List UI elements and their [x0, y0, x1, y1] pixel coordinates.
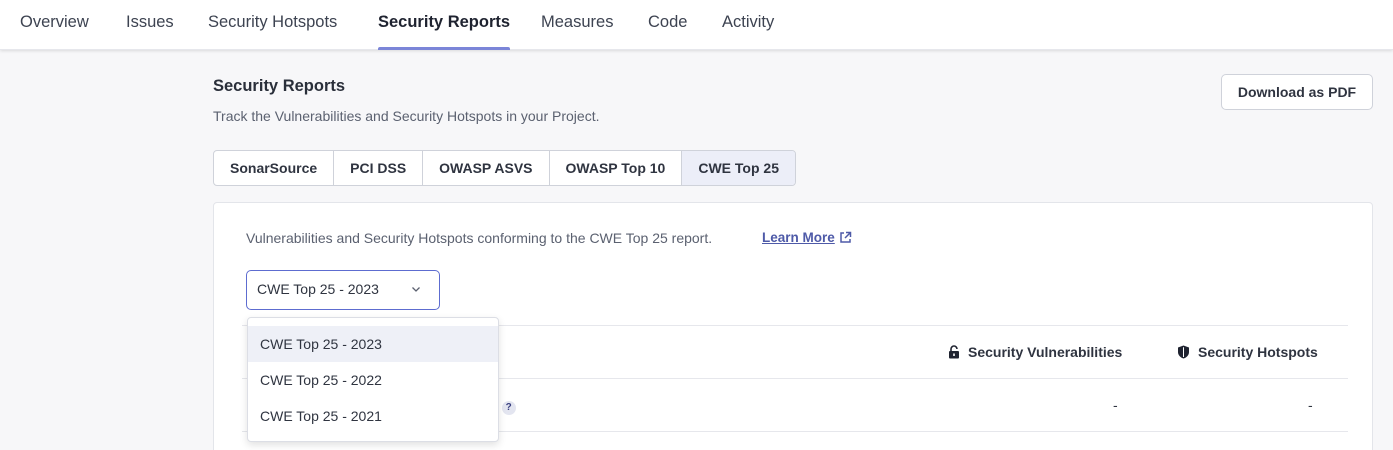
report-description: Vulnerabilities and Security Hotspots co… — [246, 230, 713, 246]
tab-security-hotspots[interactable]: Security Hotspots — [208, 0, 337, 50]
learn-more-label: Learn More — [762, 230, 835, 245]
chevron-down-icon — [412, 287, 420, 292]
tab-owasp-top-10[interactable]: OWASP Top 10 — [550, 151, 683, 185]
option-cwe-2021[interactable]: CWE Top 25 - 2021 — [248, 398, 498, 434]
tab-activity[interactable]: Activity — [722, 0, 774, 50]
option-cwe-2023[interactable]: CWE Top 25 - 2023 — [248, 326, 498, 362]
project-nav: Overview Issues Security Hotspots Securi… — [0, 0, 1393, 50]
tab-sonarsource[interactable]: SonarSource — [214, 151, 335, 185]
page-title: Security Reports — [213, 77, 346, 95]
cwe-version-select[interactable]: CWE Top 25 - 2023 — [246, 270, 440, 310]
shield-icon — [1178, 345, 1189, 359]
tab-overview[interactable]: Overview — [20, 0, 89, 50]
tab-measures[interactable]: Measures — [541, 0, 613, 50]
row-hotspots-value: - — [1308, 397, 1313, 413]
option-cwe-2022[interactable]: CWE Top 25 - 2022 — [248, 362, 498, 398]
tab-security-reports[interactable]: Security Reports — [378, 0, 511, 50]
column-hotspots-label: Security Hotspots — [1198, 344, 1318, 360]
row-vulnerabilities-value: - — [1113, 397, 1118, 413]
tab-owasp-asvs[interactable]: OWASP ASVS — [423, 151, 550, 185]
external-link-icon — [840, 231, 852, 243]
learn-more-link[interactable]: Learn More — [762, 230, 852, 245]
tab-pci-dss[interactable]: PCI DSS — [334, 151, 424, 185]
tab-issues[interactable]: Issues — [126, 0, 174, 50]
standards-tabs: SonarSource PCI DSS OWASP ASVS OWASP Top… — [213, 150, 796, 186]
column-security-vulnerabilities: Security Vulnerabilities — [948, 344, 1122, 360]
select-value: CWE Top 25 - 2023 — [257, 281, 379, 297]
page-description: Track the Vulnerabilities and Security H… — [213, 108, 600, 124]
column-vulnerabilities-label: Security Vulnerabilities — [968, 344, 1123, 360]
tab-code[interactable]: Code — [648, 0, 687, 50]
cwe-version-dropdown: CWE Top 25 - 2023 CWE Top 25 - 2022 CWE … — [247, 317, 499, 442]
column-security-hotspots: Security Hotspots — [1177, 344, 1318, 360]
tab-cwe-top-25[interactable]: CWE Top 25 — [682, 151, 795, 185]
download-pdf-button[interactable]: Download as PDF — [1221, 74, 1373, 110]
help-icon[interactable]: ? — [501, 401, 516, 415]
lock-icon — [949, 345, 959, 359]
